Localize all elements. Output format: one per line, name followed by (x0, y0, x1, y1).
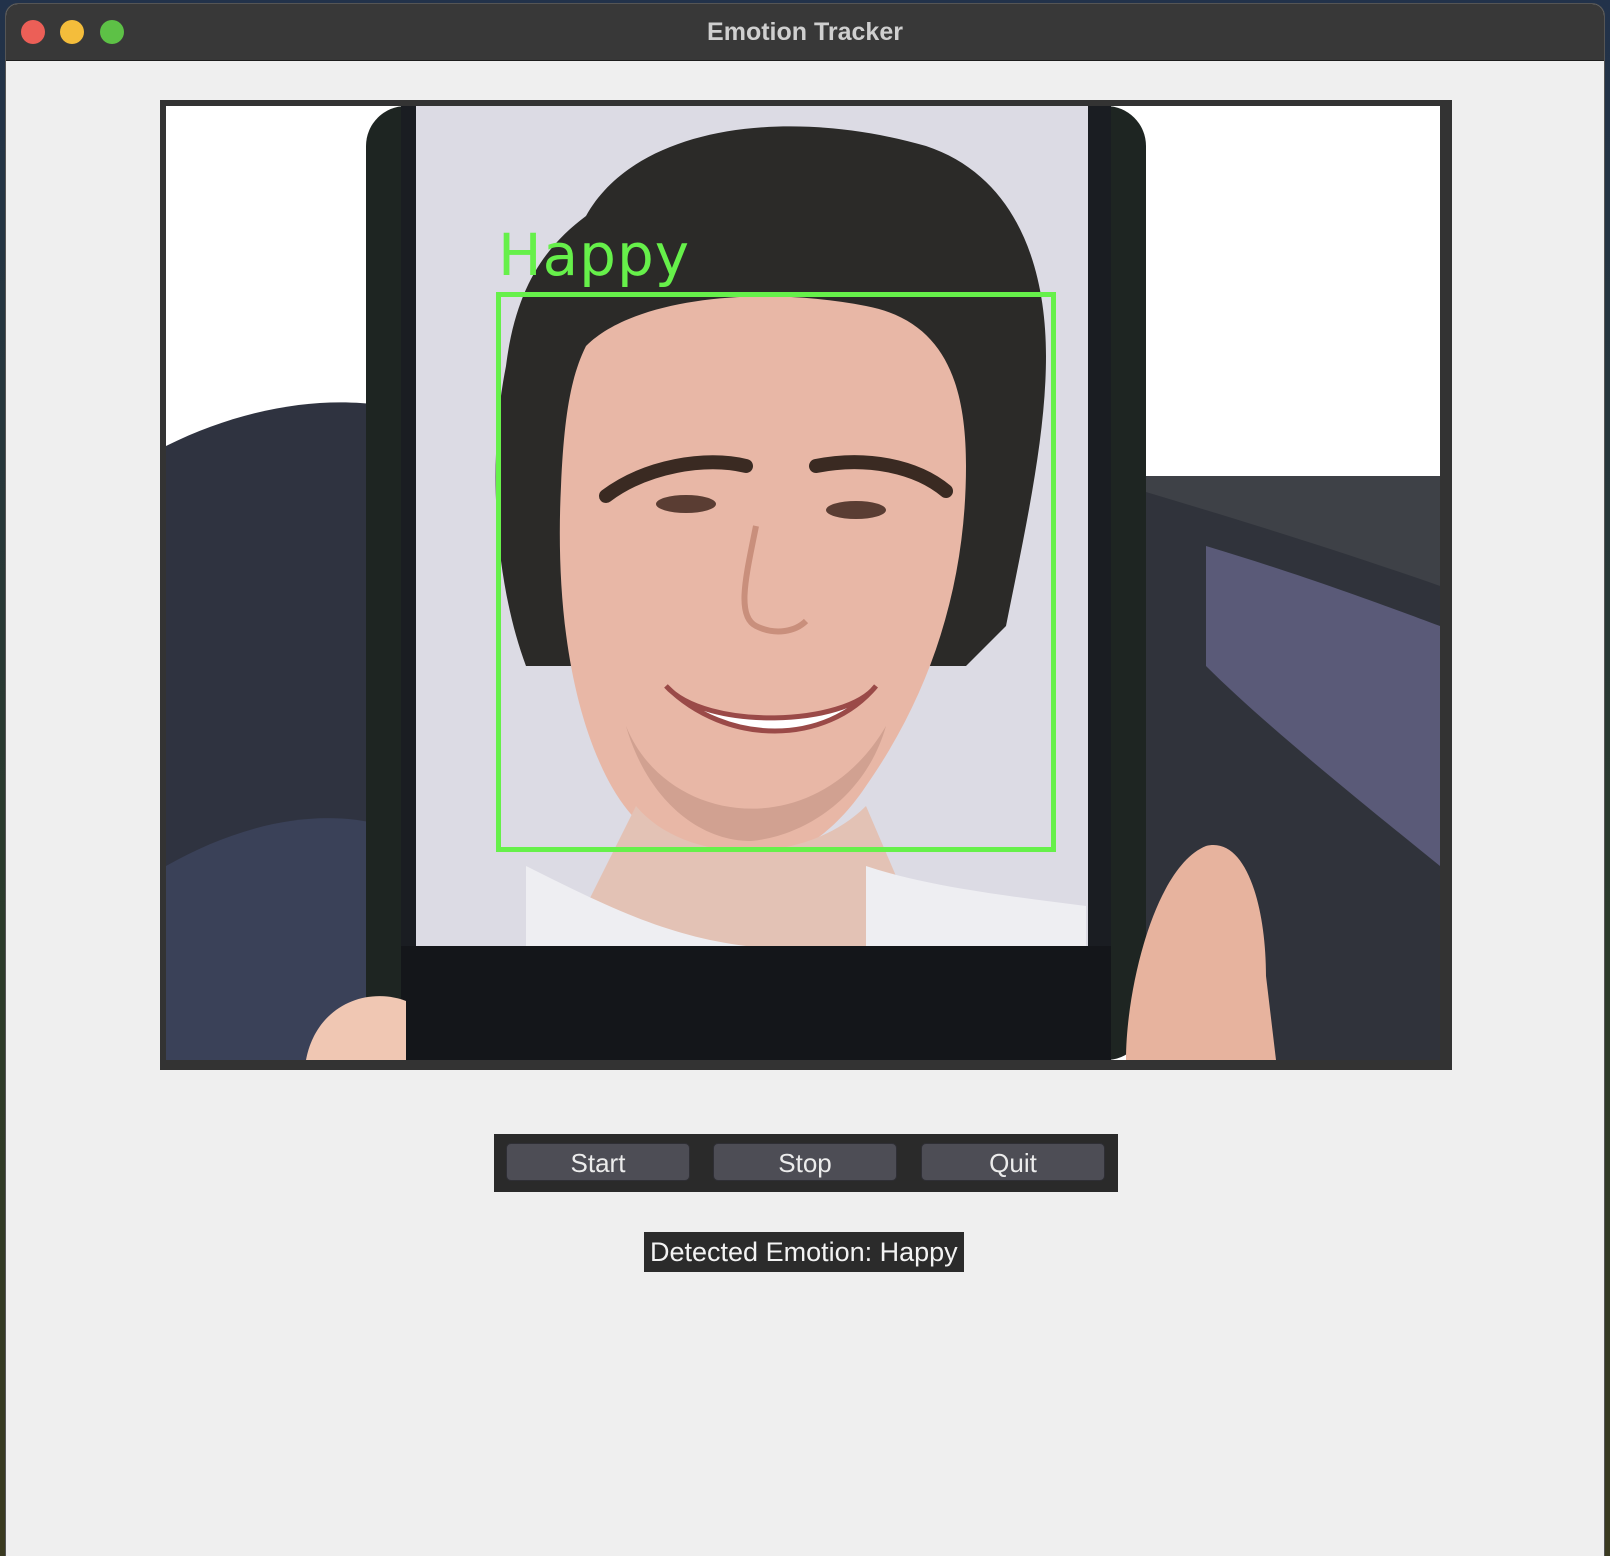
title-bar[interactable]: Emotion Tracker (6, 4, 1604, 61)
video-frame: Happy (160, 100, 1452, 1070)
window-title: Emotion Tracker (707, 18, 903, 46)
quit-button[interactable]: Quit (921, 1143, 1105, 1181)
start-button[interactable]: Start (506, 1143, 690, 1181)
face-detection-box (496, 292, 1056, 852)
camera-feed: Happy (166, 106, 1440, 1060)
emotion-overlay-label: Happy (498, 221, 691, 289)
detected-emotion-status: Detected Emotion: Happy (644, 1232, 964, 1272)
control-button-bar: Start Stop Quit (494, 1134, 1118, 1192)
app-window: Emotion Tracker Happy Start Stop Quit De… (6, 4, 1604, 1556)
stop-button[interactable]: Stop (713, 1143, 897, 1181)
